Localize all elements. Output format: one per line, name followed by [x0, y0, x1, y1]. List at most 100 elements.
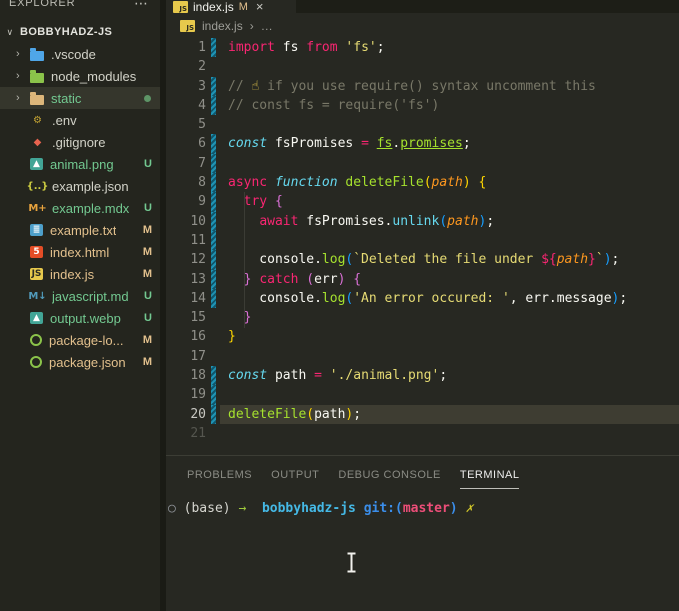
- sidebar-item-env[interactable]: ⚙ .env: [0, 109, 160, 131]
- file-type-icon: ▲: [30, 312, 43, 324]
- sidebar-item-output-webp[interactable]: ▲ output.webp U: [0, 307, 160, 329]
- line-number: 11: [190, 232, 206, 248]
- breadcrumb-file[interactable]: index.js: [202, 19, 243, 33]
- code-line-9[interactable]: 9 try {: [166, 192, 679, 212]
- file-label: .gitignore: [52, 134, 106, 150]
- code-line-21[interactable]: 21: [166, 424, 679, 443]
- code-line-16[interactable]: 16}: [166, 327, 679, 346]
- workspace-section-header[interactable]: ∨ BOBBYHADZ-JS: [0, 21, 160, 43]
- panel-tab-debug-console[interactable]: DEBUG CONSOLE: [338, 469, 440, 489]
- panel-tabs: PROBLEMS OUTPUT DEBUG CONSOLE TERMINAL: [166, 456, 679, 489]
- code-text: } catch (err) {: [243, 271, 362, 287]
- file-type-icon: ≣: [30, 224, 43, 236]
- code-text: await fsPromises.unlink(path);: [259, 213, 495, 229]
- code-text: console.log('An error occured: ', err.me…: [228, 290, 628, 306]
- more-actions-icon[interactable]: ⋯: [134, 0, 148, 12]
- code-line-14[interactable]: 14 console.log('An error occured: ', err…: [166, 288, 679, 309]
- line-number: 10: [190, 213, 206, 229]
- sidebar-item-gitignore[interactable]: ◆ .gitignore: [0, 131, 160, 153]
- folder-icon: [30, 47, 44, 61]
- sidebar-item-package-json[interactable]: package.json M: [0, 351, 160, 373]
- git-status-badge: U: [144, 312, 152, 324]
- breadcrumb-more[interactable]: …: [261, 19, 273, 33]
- tab-label: index.js: [193, 0, 234, 13]
- js-file-icon: JS: [173, 0, 188, 13]
- terminal-prompt[interactable]: ○ (base) → bobbyhadz-js git:(master) ✗: [168, 500, 679, 518]
- code-line-11[interactable]: 11: [166, 230, 679, 251]
- line-number: 13: [190, 271, 206, 287]
- code-line-13[interactable]: 13 } catch (err) {: [166, 269, 679, 290]
- code-line-3[interactable]: 3 // ☝ if you use require() syntax uncomm…: [166, 76, 679, 97]
- close-icon[interactable]: ×: [256, 0, 264, 13]
- git-status-badge: U: [144, 290, 152, 302]
- sidebar-item-javascript-md[interactable]: M↓ javascript.md U: [0, 285, 160, 307]
- code-line-10[interactable]: 10 await fsPromises.unlink(path);: [166, 211, 679, 232]
- code-line-4[interactable]: 4 // const fs = require('fs'): [166, 95, 679, 116]
- sidebar-item-example-mdx[interactable]: M+ example.mdx U: [0, 197, 160, 219]
- code-text: try {: [243, 194, 283, 210]
- code-line-6[interactable]: 6 const fsPromises = fs.promises;: [166, 134, 679, 155]
- file-type-icon: ▲: [30, 158, 43, 170]
- git-gutter-marker: [206, 327, 220, 346]
- code-line-12[interactable]: 12 console.log(`Deleted the file under $…: [166, 250, 679, 270]
- git-gutter-marker: [206, 366, 220, 386]
- explorer-header: EXPLORER ⋯: [0, 0, 160, 13]
- git-gutter-marker: [206, 115, 220, 134]
- git-gutter-marker: [206, 250, 220, 270]
- tab-index-js[interactable]: JS index.js M ×: [166, 0, 296, 13]
- git-status-badge: M: [142, 224, 152, 236]
- file-type-icon: 5: [30, 246, 43, 258]
- file-type-icon: ◆: [33, 136, 42, 148]
- panel-tab-problems[interactable]: PROBLEMS: [187, 469, 252, 489]
- file-type-icon: M+: [28, 202, 47, 214]
- file-label: example.mdx: [52, 200, 130, 216]
- git-gutter-marker: [206, 347, 220, 366]
- code-line-15[interactable]: 15 }: [166, 308, 679, 327]
- file-label: javascript.md: [52, 288, 129, 304]
- folder-icon: [30, 69, 44, 83]
- code-line-5[interactable]: 5: [166, 115, 679, 134]
- sidebar-item-index-js[interactable]: JS index.js M: [0, 263, 160, 285]
- sidebar-item-example-txt[interactable]: ≣ example.txt M: [0, 219, 160, 241]
- code-line-19[interactable]: 19: [166, 385, 679, 405]
- git-gutter-marker: [206, 173, 220, 193]
- sidebar-item-package-lo[interactable]: package-lo... M: [0, 329, 160, 351]
- code-line-2[interactable]: 2: [166, 57, 679, 76]
- bottom-panel: PROBLEMS OUTPUT DEBUG CONSOLE TERMINAL ○ (b…: [166, 455, 679, 611]
- sidebar-item-animal-png[interactable]: ▲ animal.png U: [0, 153, 160, 175]
- git-status-badge: M: [142, 334, 152, 346]
- panel-tab-terminal[interactable]: TERMINAL: [459, 469, 520, 489]
- code-line-17[interactable]: 17: [166, 347, 679, 366]
- git-gutter-marker: [206, 404, 220, 425]
- code-line-7[interactable]: 7: [166, 153, 679, 174]
- file-label: output.webp: [50, 310, 121, 326]
- file-label: example.txt: [50, 222, 117, 238]
- sidebar-item-node-modules[interactable]: › node_modules: [0, 65, 160, 87]
- line-number: 16: [190, 329, 206, 345]
- git-status-badge: U: [144, 158, 152, 170]
- panel-tab-output[interactable]: OUTPUT: [271, 469, 319, 489]
- code-line-1[interactable]: 1 import fs from 'fs';: [166, 38, 679, 58]
- file-label: static: [51, 90, 82, 106]
- git-status-badge: M: [142, 356, 152, 368]
- git-gutter-marker: [206, 269, 220, 290]
- line-number: 6: [198, 136, 206, 152]
- chevron-right-icon: ›: [16, 70, 20, 82]
- line-number: 21: [190, 425, 206, 441]
- git-gutter-marker: [206, 230, 220, 251]
- code-area[interactable]: 1 import fs from 'fs'; 2 3 // ☝ if you use r…: [166, 38, 679, 443]
- git-gutter-marker: [206, 192, 220, 212]
- code-line-8[interactable]: 8 async function deleteFile(path) {: [166, 173, 679, 193]
- git-gutter-marker: [206, 385, 220, 405]
- sidebar-item-vscode[interactable]: › .vscode: [0, 43, 160, 65]
- sidebar-item-index-html[interactable]: 5 index.html M: [0, 241, 160, 263]
- code-line-18[interactable]: 18 const path = './animal.png';: [166, 366, 679, 386]
- sidebar-item-example-json[interactable]: {..} example.json: [0, 175, 160, 197]
- code-text: }: [243, 310, 252, 326]
- sidebar-item-static[interactable]: › static: [0, 87, 160, 109]
- code-text: const fsPromises = fs.promises;: [228, 136, 471, 152]
- code-line-20[interactable]: 20 deleteFile(path);: [166, 404, 679, 425]
- workspace-name: BOBBYHADZ-JS: [20, 26, 113, 38]
- line-number: 12: [190, 252, 206, 268]
